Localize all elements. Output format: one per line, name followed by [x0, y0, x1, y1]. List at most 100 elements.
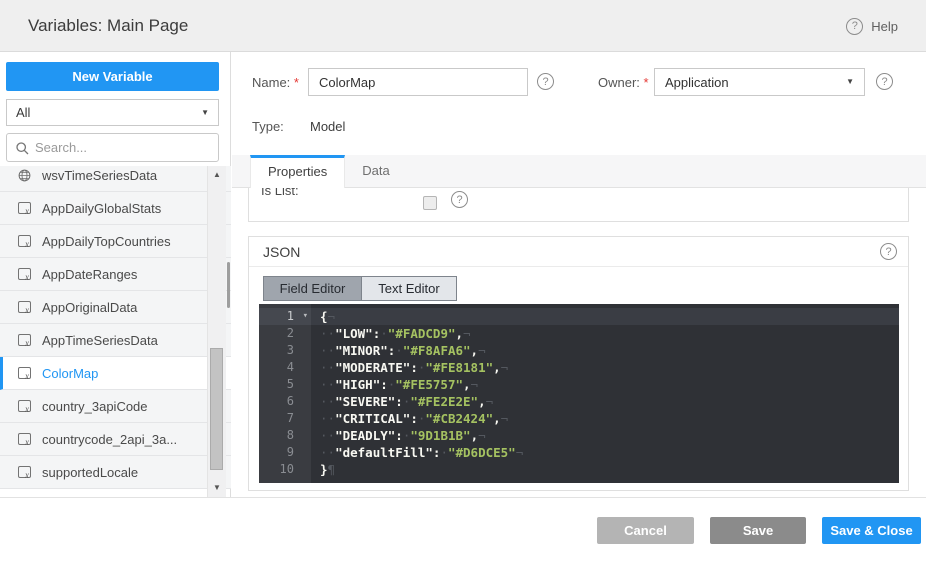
owner-select[interactable]: Application ▼ — [654, 68, 865, 96]
list-item-label: AppDailyTopCountries — [42, 234, 171, 249]
variables-dialog: Variables: Main Page ? Help New Variable… — [0, 0, 926, 562]
variable-icon: x — [18, 433, 31, 445]
outer-scrollbar-thumb[interactable] — [227, 262, 230, 308]
text-editor-tab[interactable]: Text Editor — [362, 277, 456, 300]
list-item-label: ColorMap — [42, 366, 98, 381]
dialog-header: Variables: Main Page ? Help — [0, 0, 926, 52]
list-item-apporiginaldata[interactable]: x AppOriginalData — [0, 291, 231, 324]
list-item-label: AppDateRanges — [42, 267, 137, 282]
gutter-line-4: 4 — [259, 359, 311, 376]
help-icon: ? — [846, 18, 863, 35]
variable-list: wsvTimeSeriesData x AppDailyGlobalStats x Ap… — [0, 166, 231, 497]
list-item-label: AppTimeSeriesData — [42, 333, 158, 348]
is-list-box: Is List: ? — [248, 188, 909, 222]
owner-label: Owner: * — [598, 75, 649, 90]
code-line-3: ··"MINOR":·"#F8AFA6",¬ — [311, 342, 899, 359]
list-item-label: countrycode_2api_3a... — [42, 432, 177, 447]
chevron-down-icon: ▼ — [846, 78, 854, 86]
json-text-editor[interactable]: 1▾2345678910 {¬··"LOW":·"#FADCD9",¬··"MI… — [259, 304, 899, 483]
tab-data[interactable]: Data — [345, 155, 406, 189]
gutter-line-10: 10 — [259, 461, 311, 478]
code-line-6: ··"SEVERE":·"#FE2E2E",¬ — [311, 393, 899, 410]
gutter-line-3: 3 — [259, 342, 311, 359]
required-asterisk: * — [644, 75, 649, 90]
field-editor-tab[interactable]: Field Editor — [264, 277, 362, 300]
type-label: Type: — [252, 119, 284, 134]
code-line-8: ··"DEADLY":·"9D1B1B",¬ — [311, 427, 899, 444]
list-item-label: supportedLocale — [42, 465, 138, 480]
variable-icon: x — [18, 301, 31, 313]
code-line-9: ··"defaultFill":·"#D6DCE5"¬ — [311, 444, 899, 461]
new-variable-button[interactable]: New Variable — [6, 62, 219, 91]
help-link[interactable]: ? Help — [846, 0, 898, 52]
is-list-checkbox[interactable] — [423, 196, 437, 210]
list-item-appdateranges[interactable]: x AppDateRanges — [0, 258, 231, 291]
code-line-2: ··"LOW":·"#FADCD9",¬ — [311, 325, 899, 342]
search-box — [6, 133, 219, 162]
variable-icon: x — [18, 235, 31, 247]
list-item-label: AppDailyGlobalStats — [42, 201, 161, 216]
name-input[interactable] — [308, 68, 528, 96]
fold-icon[interactable]: ▾ — [303, 308, 308, 325]
list-item-colormap[interactable]: x ColorMap — [0, 357, 231, 390]
code-line-4: ··"MODERATE":·"#FE8181",¬ — [311, 359, 899, 376]
list-item-appdailyglobalstats[interactable]: x AppDailyGlobalStats — [0, 192, 231, 225]
json-section: JSON ? Field EditorText Editor 1▾2345678… — [248, 236, 909, 491]
owner-value: Application — [665, 75, 729, 90]
editor-gutter: 1▾2345678910 — [259, 304, 311, 483]
chevron-down-icon: ▼ — [201, 109, 209, 117]
json-help-icon[interactable]: ? — [880, 243, 897, 260]
variable-icon: x — [18, 268, 31, 280]
variable-filter-select[interactable]: All ▼ — [6, 99, 219, 126]
gutter-line-8: 8 — [259, 427, 311, 444]
is-list-label: Is List: — [261, 188, 299, 198]
variables-sidebar: New Variable All ▼ wsvTimeSeriesData x App… — [0, 52, 231, 497]
list-item-appdailytopcountries[interactable]: x AppDailyTopCountries — [0, 225, 231, 258]
owner-help-icon[interactable]: ? — [876, 73, 893, 90]
cancel-button[interactable]: Cancel — [597, 517, 694, 544]
json-section-title: JSON — [263, 244, 300, 260]
list-item-wsvtimeseriesdata[interactable]: wsvTimeSeriesData — [0, 166, 231, 192]
gutter-line-9: 9 — [259, 444, 311, 461]
save-button[interactable]: Save — [710, 517, 806, 544]
list-item-countrycode-2api-3a[interactable]: x countrycode_2api_3a... — [0, 423, 231, 456]
save-close-button[interactable]: Save & Close — [822, 517, 921, 544]
page-title: Variables: Main Page — [28, 0, 188, 52]
name-help-icon[interactable]: ? — [537, 73, 554, 90]
type-value: Model — [310, 119, 345, 134]
search-icon — [15, 141, 30, 156]
sidebar-scrollbar[interactable]: ▲ ▼ — [207, 166, 226, 497]
name-label: Name: * — [252, 75, 299, 90]
editor-code-area: {¬··"LOW":·"#FADCD9",¬··"MINOR":·"#F8AFA… — [311, 304, 899, 483]
code-line-7: ··"CRITICAL":·"#CB2424",¬ — [311, 410, 899, 427]
tab-properties[interactable]: Properties — [250, 155, 345, 189]
help-label: Help — [871, 19, 898, 34]
footer-buttons: Cancel Save Save & Close — [597, 517, 921, 544]
list-item-apptimeseriesdata[interactable]: x AppTimeSeriesData — [0, 324, 231, 357]
list-item-label: country_3apiCode — [42, 399, 148, 414]
code-line-10: }¶ — [311, 461, 899, 478]
list-item-label: AppOriginalData — [42, 300, 137, 315]
variable-icon: x — [18, 202, 31, 214]
gutter-line-5: 5 — [259, 376, 311, 393]
variable-icon: x — [18, 334, 31, 346]
gutter-line-6: 6 — [259, 393, 311, 410]
scroll-up-icon[interactable]: ▲ — [208, 171, 226, 179]
required-asterisk: * — [294, 75, 299, 90]
is-list-help-icon[interactable]: ? — [451, 191, 468, 208]
variable-icon: x — [18, 367, 31, 379]
scrollbar-thumb[interactable] — [210, 348, 223, 470]
editor-mode-toggle: Field EditorText Editor — [263, 276, 457, 301]
list-item-country-3apicode[interactable]: x country_3apiCode — [0, 390, 231, 423]
variable-icon: x — [18, 400, 31, 412]
footer-divider — [0, 497, 926, 498]
variable-filter-value: All — [16, 105, 30, 120]
scroll-down-icon[interactable]: ▼ — [208, 484, 226, 492]
list-item-supportedlocale[interactable]: xsupportedLocale — [0, 456, 231, 489]
code-line-1: {¬ — [311, 308, 899, 325]
json-section-header: JSON ? — [249, 237, 908, 267]
tab-bar: PropertiesData — [232, 155, 926, 188]
gutter-line-1: 1▾ — [259, 308, 311, 325]
code-line-5: ··"HIGH":·"#FE5757",¬ — [311, 376, 899, 393]
search-input[interactable] — [35, 135, 215, 160]
